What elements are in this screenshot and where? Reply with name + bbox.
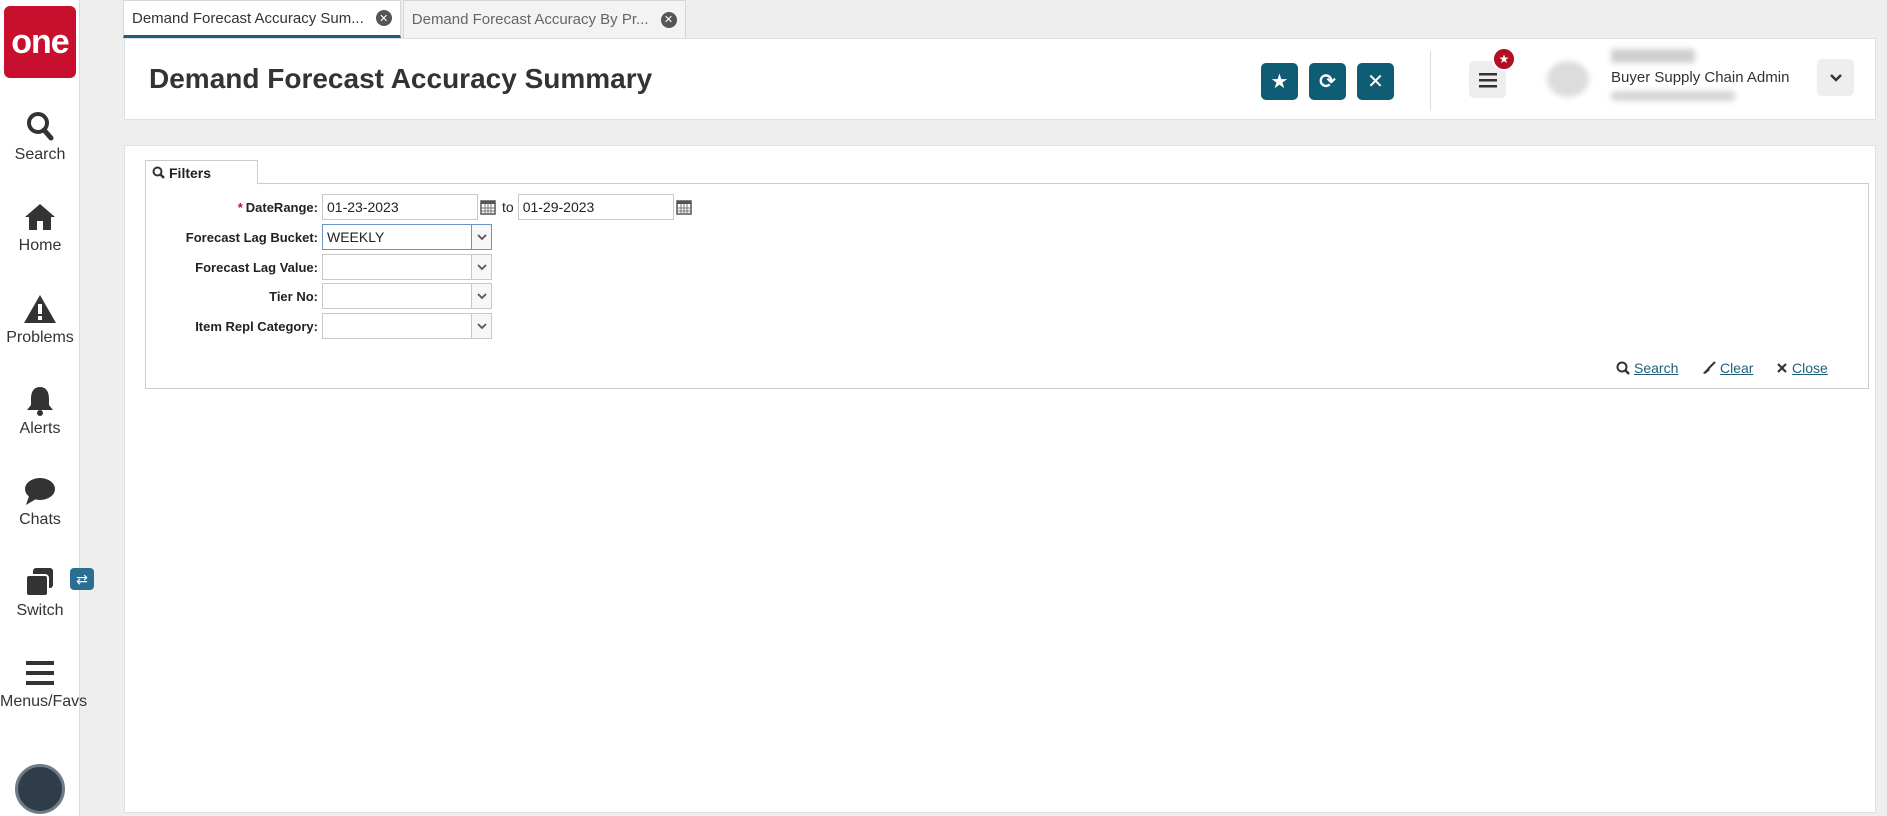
filter-search-link[interactable]: Search xyxy=(1616,360,1678,376)
forecast-lag-value-row: Forecast Lag Value: xyxy=(146,254,492,280)
tier-no-row: Tier No: xyxy=(146,283,492,309)
page-header: Demand Forecast Accuracy Summary ★ ⟳ ✕ ★… xyxy=(124,38,1876,120)
refresh-button[interactable]: ⟳ xyxy=(1309,63,1346,100)
close-icon xyxy=(1777,363,1787,373)
hamburger-icon xyxy=(1478,72,1497,87)
tier-no-select[interactable] xyxy=(322,283,472,309)
date-range-to-label: to xyxy=(502,199,514,215)
sidebar-item-problems[interactable]: Problems xyxy=(0,293,80,347)
search-icon xyxy=(27,112,54,141)
sidebar-item-label: Home xyxy=(18,237,62,254)
date-range-row: * DateRange: 01-23-2023 to 01-29-2023 xyxy=(146,194,694,220)
home-icon xyxy=(25,204,55,230)
close-icon: ✕ xyxy=(1367,71,1384,93)
search-icon xyxy=(152,166,165,179)
chat-icon xyxy=(25,478,55,505)
search-icon xyxy=(1616,361,1630,375)
close-page-button[interactable]: ✕ xyxy=(1357,63,1394,100)
forecast-lag-value-select[interactable] xyxy=(322,254,472,280)
required-mark: * xyxy=(237,199,243,215)
date-to-input[interactable]: 01-29-2023 xyxy=(517,194,674,220)
filter-close-link[interactable]: Close xyxy=(1776,360,1828,376)
date-from-input[interactable]: 01-23-2023 xyxy=(322,194,478,220)
bell-icon xyxy=(27,387,53,416)
filters-tab-label: Filters xyxy=(169,164,212,181)
filters-panel: * DateRange: 01-23-2023 to 01-29-2023 For… xyxy=(145,183,1869,389)
forecast-lag-bucket-select[interactable]: WEEKLY xyxy=(322,224,472,250)
star-icon: ★ xyxy=(1270,71,1289,93)
tab-demand-forecast-accuracy-summary[interactable]: Demand Forecast Accuracy Sum... ✕ xyxy=(123,0,401,38)
filter-clear-link[interactable]: Clear xyxy=(1702,360,1753,376)
content-panel: Filters * DateRange: 01-23-2023 to 01-29-… xyxy=(124,145,1876,813)
sidebar-item-search[interactable]: Search xyxy=(0,110,80,164)
tab-bar: Demand Forecast Accuracy Sum... ✕ Demand… xyxy=(123,0,688,38)
filter-search-label: Search xyxy=(1634,360,1679,376)
switch-icon xyxy=(25,568,53,597)
close-icon[interactable]: ✕ xyxy=(660,11,677,28)
user-email-redacted xyxy=(1611,91,1735,101)
header-divider xyxy=(1430,51,1431,111)
app-logo[interactable]: one xyxy=(4,6,76,78)
hamburger-icon xyxy=(26,661,54,685)
avatar[interactable] xyxy=(1547,61,1589,97)
item-repl-category-label: Item Repl Category: xyxy=(195,318,318,334)
switch-arrows-icon[interactable]: ⇄ xyxy=(70,568,94,590)
chevron-down-icon xyxy=(1829,73,1842,82)
user-name-redacted xyxy=(1611,49,1695,63)
sidebar-item-home[interactable]: Home xyxy=(0,201,80,255)
filters-tab[interactable]: Filters xyxy=(145,160,258,185)
item-repl-category-select[interactable] xyxy=(322,313,472,339)
page-title: Demand Forecast Accuracy Summary xyxy=(149,63,653,94)
user-role: Buyer Supply Chain Admin xyxy=(1611,69,1790,86)
sidebar-item-menus-favs[interactable]: Menus/Favs xyxy=(0,657,87,711)
sidebar-item-label: Alerts xyxy=(19,420,61,437)
chevron-down-icon[interactable] xyxy=(472,224,492,250)
warning-icon xyxy=(24,295,56,323)
tab-label: Demand Forecast Accuracy By Pr... xyxy=(411,11,649,28)
refresh-icon: ⟳ xyxy=(1319,71,1336,93)
tab-label: Demand Forecast Accuracy Sum... xyxy=(132,9,364,27)
sidebar-item-label: Switch xyxy=(16,602,64,619)
date-range-label-text: DateRange: xyxy=(245,199,318,215)
sidebar-item-label: Menus/Favs xyxy=(0,693,88,710)
notification-star-badge[interactable]: ★ xyxy=(1492,47,1516,71)
user-menu-button[interactable] xyxy=(1817,59,1854,96)
item-repl-category-row: Item Repl Category: xyxy=(146,313,492,339)
filter-clear-label: Clear xyxy=(1720,360,1754,376)
sidebar-item-alerts[interactable]: Alerts xyxy=(0,384,80,438)
calendar-icon[interactable] xyxy=(674,194,694,220)
sidebar-item-chats[interactable]: Chats xyxy=(0,475,80,529)
sidebar-item-label: Chats xyxy=(19,511,61,528)
forecast-lag-bucket-label: Forecast Lag Bucket: xyxy=(185,229,318,245)
favorite-button[interactable]: ★ xyxy=(1261,63,1298,100)
forecast-lag-value-label: Forecast Lag Value: xyxy=(195,259,318,275)
chevron-down-icon[interactable] xyxy=(472,283,492,309)
filter-close-label: Close xyxy=(1792,360,1828,376)
calendar-icon[interactable] xyxy=(478,194,498,220)
sidebar-item-switch[interactable]: Switch xyxy=(0,566,80,620)
forecast-lag-bucket-row: Forecast Lag Bucket: WEEKLY xyxy=(146,224,492,250)
assistant-avatar[interactable] xyxy=(15,764,65,814)
sidebar-item-label: Problems xyxy=(6,329,74,346)
date-range-label: * DateRange: xyxy=(146,200,322,215)
sidebar-item-label: Search xyxy=(14,146,66,163)
tier-no-label: Tier No: xyxy=(269,288,318,304)
left-sidebar: one Search Home Problems Alerts Chats Sw… xyxy=(0,0,94,816)
tab-demand-forecast-accuracy-by-product[interactable]: Demand Forecast Accuracy By Pr... ✕ xyxy=(402,0,686,38)
broom-icon xyxy=(1703,361,1716,374)
close-icon[interactable]: ✕ xyxy=(375,10,392,26)
chevron-down-icon[interactable] xyxy=(472,254,492,280)
chevron-down-icon[interactable] xyxy=(472,313,492,339)
logo-text: one xyxy=(11,22,69,61)
